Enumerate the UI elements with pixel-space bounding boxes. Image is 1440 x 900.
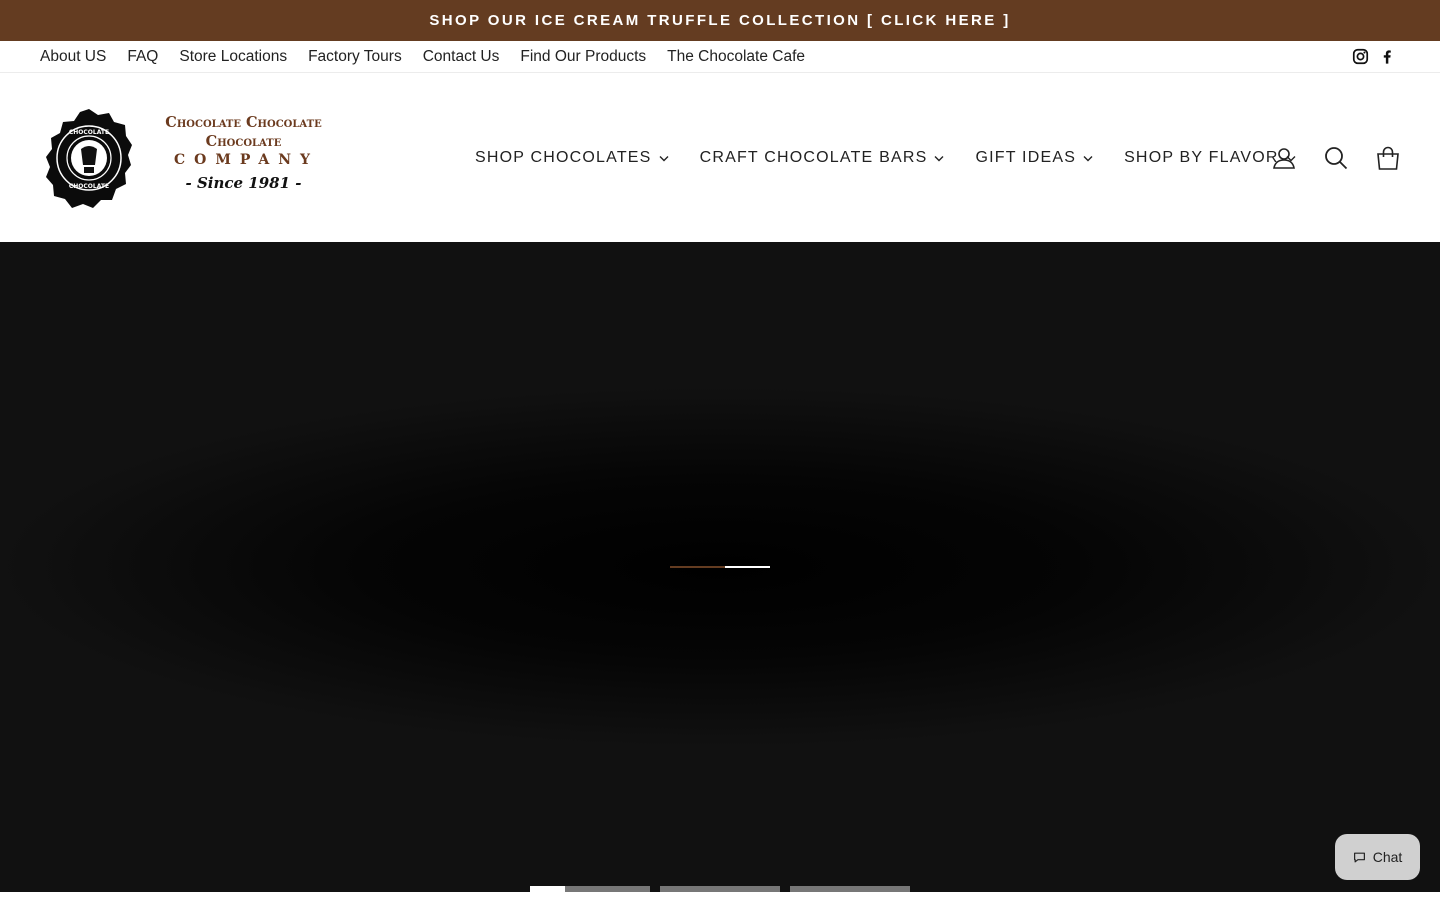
logo-line-1: Chocolate Chocolate — [165, 114, 322, 131]
announcement-bar[interactable]: SHOP OUR ICE CREAM TRUFFLE COLLECTION [ … — [0, 0, 1440, 41]
logo-wordmark: Chocolate Chocolate Chocolate COMPANY - … — [141, 113, 346, 195]
svg-text:CHOCOLATE: CHOCOLATE — [69, 129, 109, 136]
nav-item-craft-chocolate-bars[interactable]: CRAFT CHOCOLATE BARS — [690, 149, 955, 167]
logo-line-3: COMPANY — [174, 152, 319, 168]
page-bottom-strip — [0, 892, 1440, 900]
header-icons — [1244, 143, 1400, 173]
logo-line-4: - Since 1981 - — [185, 174, 302, 192]
utility-bar: About US FAQ Store Locations Factory Tou… — [0, 41, 1440, 73]
logo-seal-icon: CHOCOLATE CHOCOLATE — [46, 109, 132, 208]
logo-line-2: Chocolate — [205, 133, 282, 150]
chevron-down-icon — [934, 155, 944, 162]
instagram-icon[interactable] — [1352, 48, 1369, 65]
facebook-icon[interactable] — [1379, 49, 1395, 65]
nav-item-label: SHOP CHOCOLATES — [475, 149, 652, 166]
nav-item-label: CRAFT CHOCOLATE BARS — [699, 149, 928, 166]
user-icon[interactable] — [1272, 146, 1296, 170]
svg-text:CHOCOLATE: CHOCOLATE — [69, 183, 109, 190]
chevron-down-icon — [659, 155, 669, 162]
search-icon[interactable] — [1324, 146, 1348, 170]
utility-link-contact[interactable]: Contact Us — [423, 48, 500, 66]
nav-item-shop-chocolates[interactable]: SHOP CHOCOLATES — [465, 149, 679, 167]
hero-loading-bar — [670, 566, 770, 568]
utility-link-factory-tours[interactable]: Factory Tours — [308, 48, 402, 66]
utility-link-chocolate-cafe[interactable]: The Chocolate Cafe — [667, 48, 805, 66]
hero-slideshow[interactable] — [0, 242, 1440, 892]
chat-label: Chat — [1372, 849, 1403, 865]
chat-button[interactable]: Chat — [1335, 834, 1420, 880]
social-links — [1342, 48, 1395, 65]
hero-loading-bar-fill — [670, 566, 725, 568]
nav-item-label: GIFT IDEAS — [975, 149, 1077, 166]
utility-link-store-locations[interactable]: Store Locations — [179, 48, 287, 66]
chevron-down-icon — [1083, 155, 1093, 162]
utility-link-find-products[interactable]: Find Our Products — [520, 48, 646, 66]
utility-link-about[interactable]: About US — [40, 48, 106, 66]
announcement-text[interactable]: SHOP OUR ICE CREAM TRUFFLE COLLECTION [ … — [429, 12, 1010, 29]
main-nav: SHOP CHOCOLATES CRAFT CHOCOLATE BARS GIF… — [465, 143, 1317, 173]
logo[interactable]: CHOCOLATE CHOCOLATE Chocolate Chocolate … — [46, 101, 346, 213]
cart-icon[interactable] — [1376, 146, 1400, 170]
utility-link-faq[interactable]: FAQ — [127, 48, 158, 66]
utility-nav: About US FAQ Store Locations Factory Tou… — [40, 48, 826, 66]
site-header: CHOCOLATE CHOCOLATE Chocolate Chocolate … — [0, 73, 1440, 242]
nav-item-gift-ideas[interactable]: GIFT IDEAS — [965, 149, 1103, 167]
chat-icon — [1353, 851, 1366, 864]
